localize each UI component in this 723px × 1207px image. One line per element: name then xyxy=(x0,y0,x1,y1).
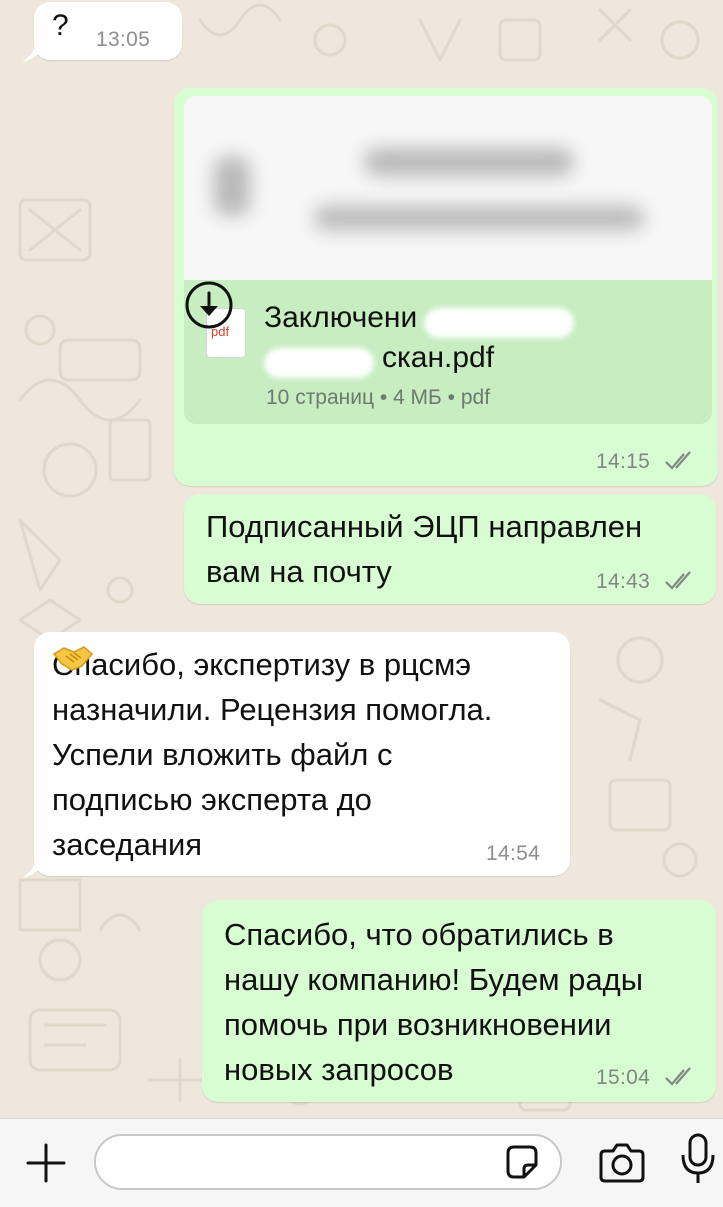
message-time: 14:54 xyxy=(486,842,541,865)
message-time: 13:05 xyxy=(96,28,151,51)
message-incoming[interactable]: Спасибо, экспертизу в рцсмэ назначили. Р… xyxy=(34,632,570,876)
bubble-tail xyxy=(22,858,46,878)
message-outgoing[interactable]: Спасибо, что обратились в нашу компанию!… xyxy=(202,900,716,1102)
document-meta: 10 страниц • 4 МБ • pdf xyxy=(266,386,491,409)
message-text: Спасибо, экспертизу в рцсмэ назначили. Р… xyxy=(52,642,492,867)
camera-icon[interactable] xyxy=(597,1141,647,1185)
read-receipt-icon xyxy=(665,451,691,470)
message-text: Спасибо, что обратились в нашу компанию!… xyxy=(224,917,643,1087)
message-input[interactable] xyxy=(94,1134,562,1190)
sticker-icon[interactable] xyxy=(502,1143,542,1183)
document-card[interactable]: pdf Заключени скан.pdf 10 страниц • 4 МБ… xyxy=(184,280,712,424)
message-input-bar xyxy=(0,1118,723,1207)
read-receipt-icon xyxy=(665,1067,691,1086)
message-outgoing[interactable]: Подписанный ЭЦП направлен вам на почту 1… xyxy=(184,494,716,604)
message-time: 14:43 xyxy=(596,570,651,593)
download-icon[interactable] xyxy=(184,280,234,330)
message-outgoing-document[interactable]: pdf Заключени скан.pdf 10 страниц • 4 МБ… xyxy=(174,88,718,486)
message-time: 14:15 xyxy=(596,450,651,473)
message-text: Подписанный ЭЦП направлен вам на почту xyxy=(206,509,643,589)
message-time: 15:04 xyxy=(596,1066,651,1089)
message-incoming[interactable]: ? 13:05 xyxy=(34,2,182,60)
chat-background: ? 13:05 pdf Заключени скан.pdf 10 страни… xyxy=(0,0,723,1118)
bubble-tail xyxy=(22,42,46,62)
handshake-emoji-icon xyxy=(52,646,94,671)
read-receipt-icon xyxy=(665,571,691,590)
message-text: ? xyxy=(52,9,69,42)
plus-icon[interactable] xyxy=(24,1141,68,1185)
microphone-icon[interactable] xyxy=(680,1133,716,1185)
document-preview[interactable] xyxy=(184,96,712,280)
